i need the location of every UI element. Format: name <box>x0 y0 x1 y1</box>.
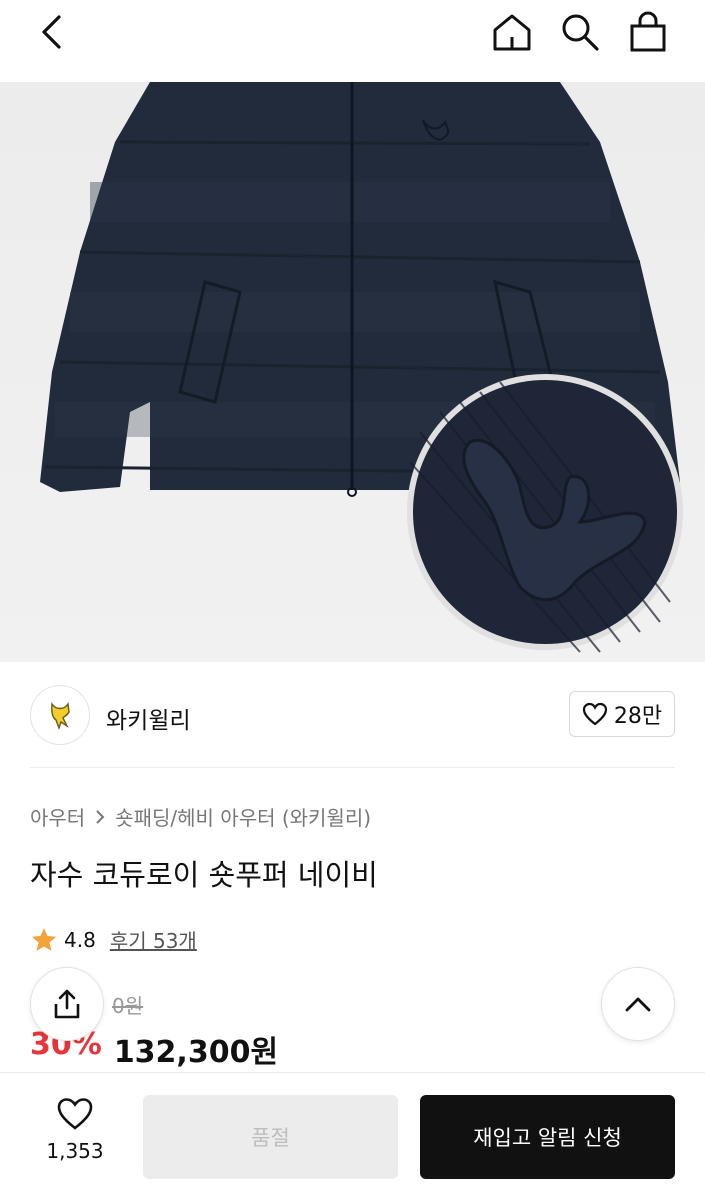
brand-row[interactable]: 와키윌리 28만 <box>30 683 675 747</box>
rating-value: 4.8 <box>64 927 96 952</box>
bottom-action-bar: 1,353 품절 재입고 알림 신청 <box>0 1072 705 1200</box>
brand-like-count: 28만 <box>613 704 663 729</box>
share-icon <box>54 989 80 1019</box>
scroll-top-button[interactable] <box>601 967 675 1041</box>
brand-logo-icon <box>51 701 70 730</box>
brand-name[interactable]: 와키윌리 <box>106 701 191 735</box>
breadcrumb-item-category[interactable]: 숏패딩/헤비 아우터 (와키윌리) <box>115 802 371 831</box>
search-icon <box>562 14 599 51</box>
original-price: 0원 <box>112 994 144 1018</box>
brand-like-button[interactable]: 28만 <box>569 691 675 737</box>
restock-alert-button[interactable]: 재입고 알림 신청 <box>420 1095 675 1179</box>
heart-icon <box>582 702 607 726</box>
share-button[interactable] <box>30 967 104 1041</box>
rating-row: 4.8 후기 53개 <box>30 925 197 954</box>
review-link[interactable]: 후기 53개 <box>110 925 197 954</box>
chevron-up-icon <box>625 997 651 1012</box>
chevron-right-icon <box>96 809 105 824</box>
back-button[interactable] <box>30 10 74 54</box>
wishlist-count: 1,353 <box>46 1139 104 1163</box>
wishlist-button[interactable]: 1,353 <box>30 1097 120 1177</box>
brand-logo[interactable] <box>30 685 90 745</box>
product-image-gallery[interactable]: 1 / 10 <box>0 82 705 662</box>
sale-price: 132,300원 <box>113 1035 279 1070</box>
chevron-left-icon <box>42 15 61 49</box>
soldout-button[interactable]: 품절 <box>143 1095 398 1179</box>
product-image <box>40 82 683 653</box>
heart-icon <box>57 1098 93 1130</box>
product-title: 자수 코듀로이 숏푸퍼 네이비 <box>30 858 378 892</box>
breadcrumb-item-outer[interactable]: 아우터 <box>30 802 85 831</box>
cart-button[interactable] <box>626 10 670 54</box>
breadcrumb: 아우터 숏패딩/헤비 아우터 (와키윌리) <box>30 802 371 831</box>
top-header <box>0 0 705 82</box>
star-icon <box>32 927 56 951</box>
search-button[interactable] <box>558 10 602 54</box>
home-icon <box>493 14 531 51</box>
divider <box>30 767 675 768</box>
shopping-bag-icon <box>630 11 666 52</box>
home-button[interactable] <box>490 10 534 54</box>
